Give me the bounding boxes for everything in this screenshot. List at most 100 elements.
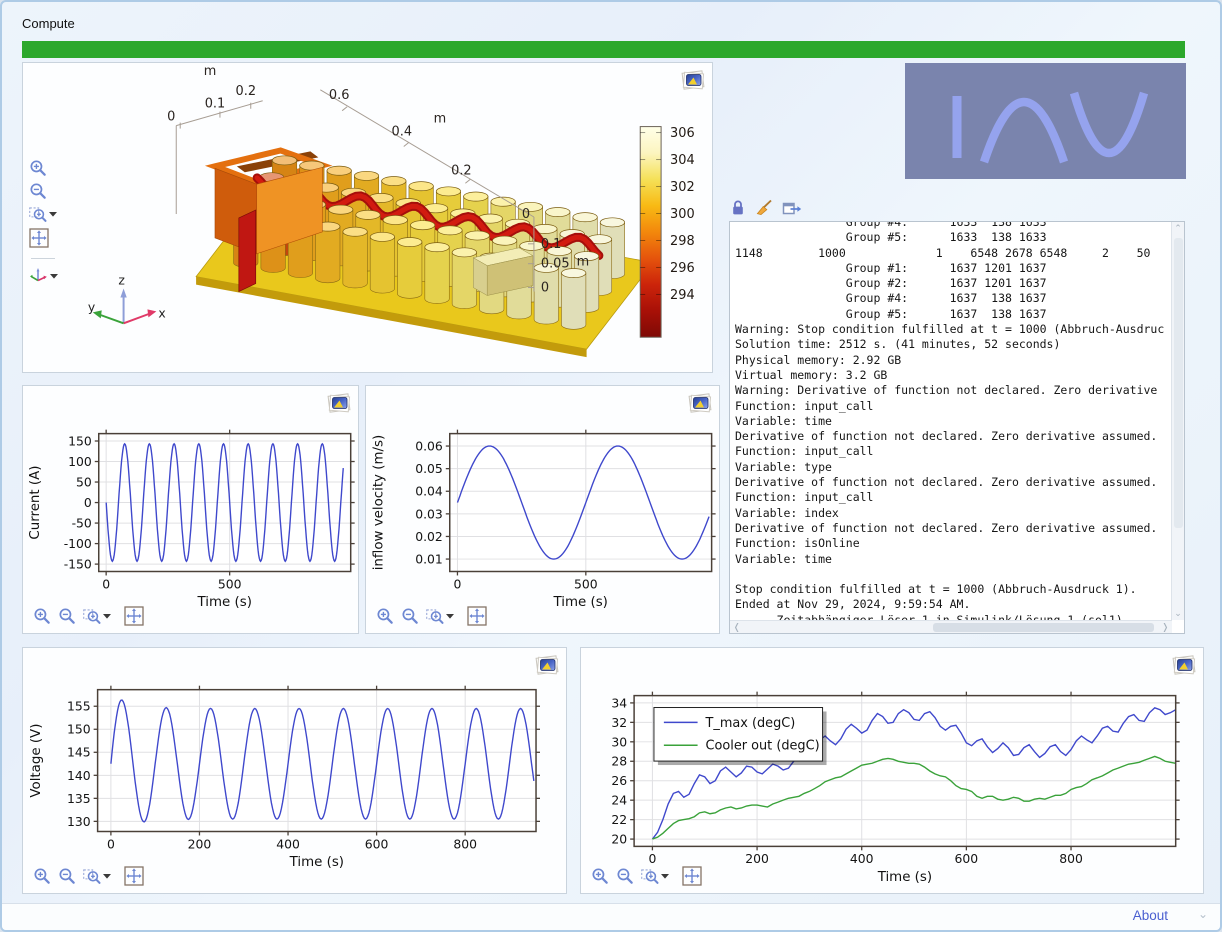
svg-text:28: 28 xyxy=(611,754,627,769)
temperature-chart[interactable]: 02004006008002022242628303234Time (s)T_m… xyxy=(581,648,1203,893)
current-chart[interactable]: 0500-150-100-50050100150Time (s)Current … xyxy=(23,386,358,633)
svg-text:100: 100 xyxy=(68,454,92,469)
svg-text:400: 400 xyxy=(850,851,874,866)
svg-text:130: 130 xyxy=(67,814,91,829)
svg-text:0.1: 0.1 xyxy=(541,237,562,252)
default-3d-view-button[interactable] xyxy=(29,267,58,284)
svg-text:0.2: 0.2 xyxy=(451,163,472,178)
zoom-out-button[interactable] xyxy=(58,607,76,625)
plot-snapshot-button[interactable] xyxy=(533,653,561,677)
clear-log-icon[interactable] xyxy=(755,199,773,216)
svg-text:0.02: 0.02 xyxy=(415,529,443,544)
scroll-left-icon[interactable]: ❬ xyxy=(733,621,741,633)
about-link[interactable]: About xyxy=(1133,908,1168,923)
zoom-out-button[interactable] xyxy=(401,607,419,625)
svg-text:x: x xyxy=(158,305,165,320)
svg-text:155: 155 xyxy=(67,699,91,714)
model-view-toolbar xyxy=(29,159,58,284)
iav-logo xyxy=(905,63,1186,179)
plot-snapshot-button[interactable] xyxy=(325,391,353,415)
svg-text:306: 306 xyxy=(670,126,695,141)
svg-text:m: m xyxy=(204,64,217,79)
scroll-down-icon[interactable]: ⌄ xyxy=(1172,608,1184,619)
compute-progress-bar xyxy=(22,41,1185,58)
svg-text:0.4: 0.4 xyxy=(392,125,413,140)
svg-text:0: 0 xyxy=(84,495,92,510)
zoom-out-button[interactable] xyxy=(58,867,76,885)
svg-text:145: 145 xyxy=(67,745,91,760)
plot-snapshot-button[interactable] xyxy=(1170,653,1198,677)
snapshot-icon xyxy=(679,68,707,92)
svg-text:200: 200 xyxy=(745,851,769,866)
status-bar: About ⌄ xyxy=(2,903,1220,930)
svg-text:m: m xyxy=(577,255,590,270)
plot-toolbar xyxy=(591,866,702,886)
plot-toolbar xyxy=(33,606,144,626)
zoom-in-button[interactable] xyxy=(33,607,51,625)
fit-view-button[interactable] xyxy=(682,866,702,886)
progress-fill xyxy=(22,41,1185,58)
fit-view-button[interactable] xyxy=(29,228,49,248)
svg-text:150: 150 xyxy=(67,722,91,737)
svg-text:200: 200 xyxy=(188,836,212,851)
log-vertical-scrollbar[interactable]: ⌃ ⌄ xyxy=(1171,222,1184,620)
scroll-up-icon[interactable]: ⌃ xyxy=(1172,223,1184,234)
svg-text:y: y xyxy=(88,299,95,314)
zoom-in-button[interactable] xyxy=(376,607,394,625)
svg-text:m: m xyxy=(434,112,447,127)
chevron-down-icon[interactable]: ⌄ xyxy=(1198,907,1208,921)
zoom-in-button[interactable] xyxy=(29,159,47,177)
svg-text:0.05: 0.05 xyxy=(415,461,443,476)
svg-text:0: 0 xyxy=(522,207,530,222)
zoom-in-button[interactable] xyxy=(591,867,609,885)
svg-text:500: 500 xyxy=(218,576,242,591)
model-3d-scene[interactable]: 00.10.2m0.60.40.20m0.10.050m306304302300… xyxy=(23,63,712,372)
svg-text:T_max (degC): T_max (degC) xyxy=(705,716,796,731)
log-text[interactable]: Group #4: 1633 138 1633 Group #5: 1633 1… xyxy=(735,221,1184,628)
fit-view-button[interactable] xyxy=(467,606,487,626)
scrollbar-thumb[interactable] xyxy=(933,623,1154,632)
fit-view-button[interactable] xyxy=(124,606,144,626)
fit-view-button[interactable] xyxy=(124,866,144,886)
log-panel: Group #4: 1633 138 1633 Group #5: 1633 1… xyxy=(729,221,1185,634)
svg-text:0.03: 0.03 xyxy=(415,506,443,521)
plot-toolbar xyxy=(376,606,487,626)
zoom-box-button[interactable] xyxy=(426,607,454,625)
svg-text:Voltage (V): Voltage (V) xyxy=(29,724,44,798)
svg-text:294: 294 xyxy=(670,288,695,303)
voltage-plot-panel: 0200400600800130135140145150155Time (s)V… xyxy=(22,647,567,894)
plot-snapshot-button[interactable] xyxy=(686,391,714,415)
svg-text:-50: -50 xyxy=(72,516,92,531)
svg-text:0: 0 xyxy=(167,110,175,125)
zoom-out-button[interactable] xyxy=(29,182,47,200)
svg-text:Time (s): Time (s) xyxy=(289,855,344,870)
zoom-box-button[interactable] xyxy=(83,867,111,885)
inflow-velocity-chart[interactable]: 05000.010.020.030.040.050.06Time (s)infl… xyxy=(366,386,719,633)
zoom-in-button[interactable] xyxy=(33,867,51,885)
plot-snapshot-button[interactable] xyxy=(679,68,707,92)
open-in-new-window-icon[interactable] xyxy=(782,200,802,216)
svg-text:Time (s): Time (s) xyxy=(197,595,252,610)
zoom-box-button[interactable] xyxy=(29,205,57,223)
log-horizontal-scrollbar[interactable]: ❬ ❭ xyxy=(730,620,1172,633)
zoom-out-button[interactable] xyxy=(616,867,634,885)
voltage-chart[interactable]: 0200400600800130135140145150155Time (s)V… xyxy=(23,648,566,893)
scroll-right-icon[interactable]: ❭ xyxy=(1161,621,1169,633)
svg-text:500: 500 xyxy=(574,576,598,591)
zoom-box-button[interactable] xyxy=(83,607,111,625)
svg-text:z: z xyxy=(118,273,125,288)
svg-text:0: 0 xyxy=(541,281,549,296)
svg-text:296: 296 xyxy=(670,261,695,276)
svg-text:20: 20 xyxy=(611,832,627,847)
svg-text:Cooler out (degC): Cooler out (degC) xyxy=(706,739,820,754)
zoom-box-button[interactable] xyxy=(641,867,669,885)
svg-text:Time (s): Time (s) xyxy=(552,595,607,610)
svg-text:0: 0 xyxy=(107,836,115,851)
lock-icon[interactable] xyxy=(730,199,746,216)
svg-text:22: 22 xyxy=(611,812,627,827)
svg-text:0.05: 0.05 xyxy=(541,257,570,272)
svg-text:800: 800 xyxy=(1059,851,1083,866)
scrollbar-thumb[interactable] xyxy=(1174,238,1183,528)
svg-text:600: 600 xyxy=(365,836,389,851)
svg-text:50: 50 xyxy=(76,475,92,490)
